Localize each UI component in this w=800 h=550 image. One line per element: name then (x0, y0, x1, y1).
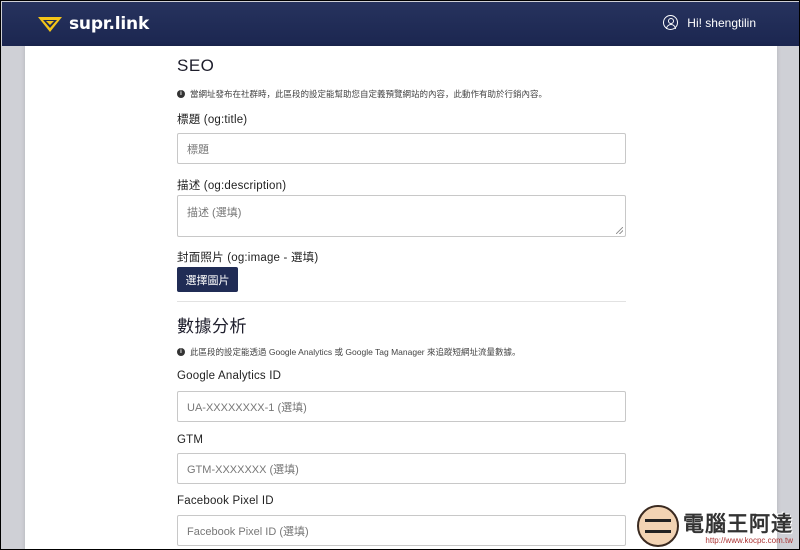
seo-notice: i 當網址發布在社群時，此區段的設定能幫助您自定義預覽網站的內容，此動作有助於行… (177, 88, 626, 100)
logo-icon (37, 15, 63, 33)
top-navbar: supr.link Hi! shengtilin (2, 2, 799, 46)
ga-label: Google Analytics ID (177, 370, 282, 382)
choose-image-button[interactable]: 選擇圖片 (177, 267, 238, 292)
ga-placeholder: UA-XXXXXXXX-1 (選填) (187, 401, 307, 414)
watermark-title: 電腦王阿達 (683, 512, 793, 536)
fb-pixel-placeholder: Facebook Pixel ID (選填) (187, 525, 309, 538)
gtm-input[interactable]: GTM-XXXXXXX (選填) (177, 453, 626, 484)
gtm-label: GTM (177, 434, 204, 446)
og-description-placeholder: 描述 (選填) (187, 207, 242, 219)
seo-notice-text: 當網址發布在社群時，此區段的設定能幫助您自定義預覽網站的內容，此動作有助於行銷內… (190, 89, 548, 99)
gtm-placeholder: GTM-XXXXXXX (選填) (187, 463, 299, 476)
analytics-notice-text: 此區段的設定能透過 Google Analytics 或 Google Tag … (190, 347, 521, 357)
section-divider (177, 301, 626, 302)
watermark-text: 電腦王阿達 http://www.kocpc.com.tw (683, 508, 793, 545)
app-frame: supr.link Hi! shengtilin SEO i 當網址發布在社群時… (0, 0, 800, 550)
brand-logo[interactable]: supr.link (37, 14, 149, 34)
seo-section-title: SEO (177, 56, 215, 75)
watermark: 電腦王阿達 http://www.kocpc.com.tw (637, 505, 793, 547)
ga-id-input[interactable]: UA-XXXXXXXX-1 (選填) (177, 391, 626, 422)
analytics-notice: i 此區段的設定能透過 Google Analytics 或 Google Ta… (177, 346, 626, 358)
fb-pixel-label: Facebook Pixel ID (177, 495, 274, 507)
og-title-input[interactable]: 標題 (177, 133, 626, 164)
og-description-label: 描述 (og:description) (177, 180, 287, 192)
resize-handle-icon[interactable] (616, 227, 623, 234)
user-menu[interactable]: Hi! shengtilin (663, 15, 756, 30)
og-title-placeholder: 標題 (187, 143, 209, 156)
analytics-section-title: 數據分析 (177, 317, 247, 336)
user-greeting: Hi! shengtilin (687, 15, 756, 30)
main-panel: SEO i 當網址發布在社群時，此區段的設定能幫助您自定義預覽網站的內容，此動作… (25, 46, 777, 549)
brand-name: supr.link (69, 14, 150, 34)
og-description-textarea[interactable]: 描述 (選填) (177, 195, 626, 237)
og-image-label: 封面照片 (og:image - 選填) (177, 252, 319, 264)
og-title-label: 標題 (og:title) (177, 114, 248, 126)
info-icon: i (177, 90, 185, 98)
info-icon: i (177, 348, 185, 356)
watermark-mascot-icon (637, 505, 679, 547)
user-icon (663, 15, 679, 30)
fb-pixel-input[interactable]: Facebook Pixel ID (選填) (177, 515, 626, 546)
